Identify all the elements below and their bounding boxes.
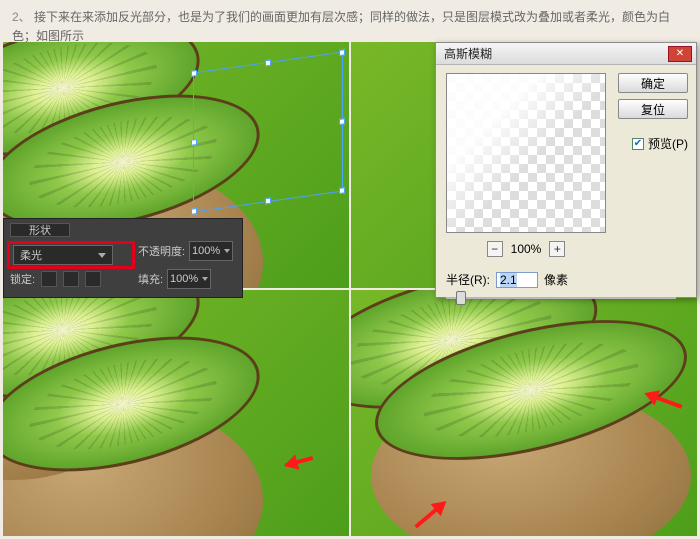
- transform-box[interactable]: [193, 51, 343, 212]
- radius-unit: 像素: [544, 271, 568, 288]
- dialog-title: 高斯模糊: [444, 45, 492, 62]
- close-button[interactable]: ✕: [668, 46, 692, 62]
- dialog-titlebar[interactable]: 高斯模糊 ✕: [436, 43, 696, 65]
- fill-label: 填充:: [138, 271, 163, 287]
- minus-icon: −: [491, 242, 498, 256]
- radius-input[interactable]: 2.1: [496, 272, 538, 288]
- radius-slider[interactable]: [446, 291, 676, 305]
- opacity-label: 不透明度:: [138, 243, 185, 259]
- step-number: 2、: [12, 10, 31, 24]
- cancel-button[interactable]: 复位: [618, 99, 688, 119]
- check-icon: ✔: [634, 138, 642, 149]
- opacity-input[interactable]: 100%: [189, 241, 233, 261]
- lock-label: 锁定:: [10, 271, 35, 287]
- zoom-in-button[interactable]: +: [549, 241, 565, 257]
- blend-mode-value: 柔光: [20, 247, 42, 263]
- preview-checkbox[interactable]: ✔: [632, 138, 644, 150]
- lock-all-button[interactable]: [85, 271, 101, 287]
- plus-icon: +: [554, 242, 561, 256]
- canvas-q4: [351, 290, 697, 536]
- chevron-down-icon: [98, 253, 106, 258]
- gaussian-blur-dialog: 高斯模糊 ✕ − 100% + 确定 复位 ✔ 预览(P) 半径(R): 2.1: [435, 42, 697, 298]
- zoom-out-button[interactable]: −: [487, 241, 503, 257]
- preview-label: 预览(P): [648, 135, 688, 152]
- filter-preview[interactable]: [446, 73, 606, 233]
- shape-dropdown[interactable]: 形状: [10, 223, 70, 237]
- highlight-arrow-icon: [641, 384, 685, 416]
- radius-label: 半径(R):: [446, 271, 490, 288]
- blend-mode-dropdown[interactable]: 柔光: [13, 245, 113, 265]
- close-icon: ✕: [676, 49, 684, 59]
- lock-pixels-button[interactable]: [41, 271, 57, 287]
- lock-position-button[interactable]: [63, 271, 79, 287]
- ok-button[interactable]: 确定: [618, 73, 688, 93]
- slider-thumb-icon[interactable]: [456, 291, 466, 305]
- layer-options-panel: 形状 柔光 不透明度: 100% 锁定: 填充: 100%: [3, 218, 243, 298]
- instruction-text: 接下来在来添加反光部分，也是为了我们的画面更加有层次感；同样的做法，只是图层模式…: [12, 10, 670, 43]
- fill-input[interactable]: 100%: [167, 269, 211, 289]
- canvas-q3: [3, 290, 349, 536]
- highlight-arrow-icon: [283, 445, 327, 475]
- zoom-value: 100%: [511, 242, 542, 256]
